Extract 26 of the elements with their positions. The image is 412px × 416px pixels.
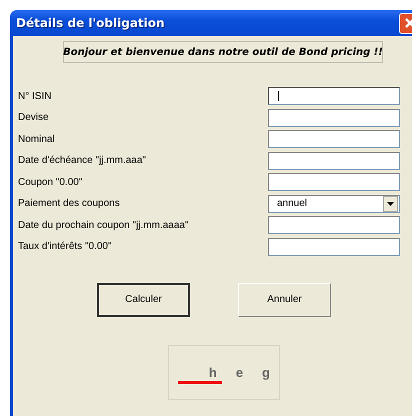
input-field[interactable] bbox=[268, 130, 400, 148]
input-field[interactable] bbox=[268, 238, 400, 256]
logo-underline bbox=[178, 380, 222, 384]
logo-letter: g bbox=[262, 364, 270, 380]
field-label: Taux d'intérêts "0.00" bbox=[18, 241, 113, 252]
input-field[interactable] bbox=[268, 173, 400, 191]
window-title: Détails de l'obligation bbox=[16, 16, 166, 30]
text-cursor bbox=[278, 91, 279, 101]
field-label: Date d'échéance "jj.mm.aaa" bbox=[18, 155, 147, 166]
calculate-button[interactable]: Calculer bbox=[97, 282, 190, 316]
input-field[interactable] bbox=[268, 216, 400, 234]
input-field[interactable] bbox=[268, 87, 400, 105]
input-field[interactable] bbox=[268, 108, 400, 126]
logo-letter: h bbox=[208, 364, 217, 380]
field-label: Date du prochain coupon "jj.mm.aaaa" bbox=[18, 220, 190, 230]
logo-letter: e bbox=[236, 364, 244, 380]
cancel-button[interactable]: Annuler bbox=[238, 282, 331, 316]
field-label: Coupon "0.00" bbox=[18, 176, 84, 188]
input-field[interactable] bbox=[268, 152, 400, 170]
field-label: Paiement des coupons bbox=[18, 198, 121, 209]
welcome-banner: Bonjour et bienvenue dans notre outil de Bond pricing !! bbox=[63, 41, 383, 63]
dropdown-field[interactable]: annuel bbox=[268, 194, 400, 212]
field-label: Devise bbox=[18, 112, 50, 123]
field-label: N° ISIN bbox=[18, 90, 52, 102]
field-label: Nominal bbox=[18, 134, 56, 144]
close-icon bbox=[404, 17, 412, 29]
